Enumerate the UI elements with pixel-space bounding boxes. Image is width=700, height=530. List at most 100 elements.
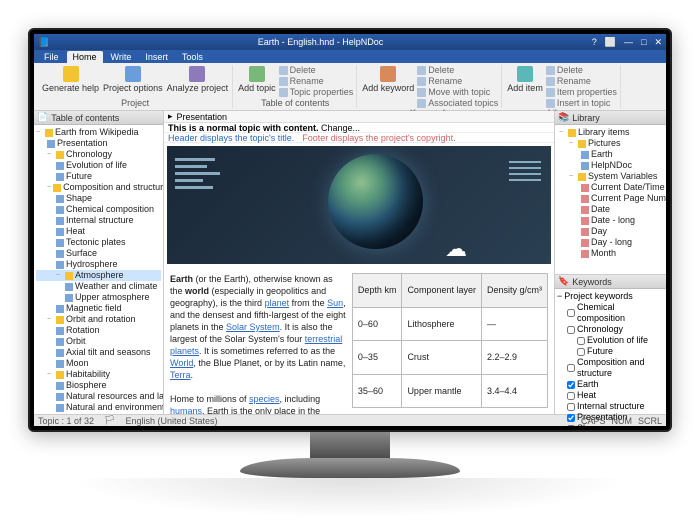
toc-item[interactable]: Presentation [36, 138, 161, 149]
table-row: 0–35Crust2.2–2.9 [352, 341, 547, 375]
close-icon[interactable]: ✕ [654, 37, 662, 48]
toc-item[interactable]: Surface [36, 248, 161, 259]
delete-topic-button[interactable]: Delete [279, 65, 354, 75]
toc-item[interactable]: −Habitability [36, 369, 161, 380]
ribbon: Generate help Project options Analyze pr… [34, 63, 666, 111]
status-lang[interactable]: English (United States) [125, 416, 217, 426]
status-scrl: SCRL [638, 416, 662, 426]
cloud-icon [445, 236, 471, 252]
library-tree[interactable]: −Library items −Pictures Earth HelpNDoc … [555, 125, 666, 261]
link-solar-system[interactable]: Solar System [226, 322, 280, 332]
add-item-button[interactable]: Add item [506, 65, 544, 94]
link-world[interactable]: World [170, 358, 193, 368]
toc-item[interactable]: Weather and climate [36, 281, 161, 292]
library-icon: 📚 [558, 112, 569, 123]
table-row: 35–60Upper mantle3.4–4.4 [352, 374, 547, 408]
keywords-list[interactable]: −Project keywordsChemical compositionChr… [555, 289, 666, 426]
menu-home[interactable]: Home [67, 51, 103, 63]
toc-item[interactable]: Upper atmosphere [36, 292, 161, 303]
minimize-icon[interactable]: — [624, 37, 633, 48]
ribbon-group-toc: Table of contents [261, 98, 329, 108]
toc-item[interactable]: Shape [36, 193, 161, 204]
maximize-icon[interactable]: □ [641, 37, 646, 48]
status-topic: Topic : 1 of 32 [38, 416, 94, 426]
keyword-item[interactable]: Chronology [557, 324, 664, 335]
toc-icon: 📄 [37, 112, 48, 123]
link-humans[interactable]: humans [170, 406, 202, 414]
titlebar: 📘 Earth - English.hnd - HelpNDoc ? ⬜ — □… [34, 34, 666, 50]
menu-insert[interactable]: Insert [139, 51, 174, 63]
toc-item[interactable]: −Orbit and rotation [36, 314, 161, 325]
keyword-item[interactable]: Internal structure [557, 401, 664, 412]
table-row: 0–60Lithosphere— [352, 307, 547, 341]
topic-info-text: This is a normal topic with content. [168, 123, 319, 133]
toc-item[interactable]: Biosphere [36, 380, 161, 391]
toc-item[interactable]: Magnetic field [36, 303, 161, 314]
rename-topic-button[interactable]: Rename [279, 76, 354, 86]
toc-item[interactable]: Hydrosphere [36, 259, 161, 270]
link-planet[interactable]: planet [265, 298, 290, 308]
keyword-item[interactable]: Earth [557, 379, 664, 390]
keyword-item[interactable]: Heat [557, 390, 664, 401]
move-keyword-button[interactable]: Move with topic [417, 87, 498, 97]
toc-item[interactable]: Future [36, 171, 161, 182]
analyze-project-button[interactable]: Analyze project [166, 65, 230, 94]
project-options-button[interactable]: Project options [102, 65, 164, 94]
toc-item[interactable]: Rotation [36, 325, 161, 336]
menu-tools[interactable]: Tools [176, 51, 209, 63]
keywords-icon: 🔖 [558, 276, 569, 287]
item-properties-button[interactable]: Item properties [546, 87, 617, 97]
toc-item[interactable]: Tectonic plates [36, 237, 161, 248]
menu-write[interactable]: Write [105, 51, 138, 63]
topic-properties-button[interactable]: Topic properties [279, 87, 354, 97]
delete-keyword-button[interactable]: Delete [417, 65, 498, 75]
fullscreen-icon[interactable]: ⬜ [605, 37, 616, 48]
toc-item[interactable]: Orbit [36, 336, 161, 347]
crumb-topic[interactable]: Presentation [177, 112, 228, 122]
toc-item[interactable]: −Chronology [36, 149, 161, 160]
crumb-arrow-icon: ▸ [168, 111, 173, 122]
link-species[interactable]: species [249, 394, 280, 404]
toc-item[interactable]: −Composition and structure [36, 182, 161, 193]
menubar: File Home Write Insert Tools [34, 50, 666, 63]
keyword-item[interactable]: Chemical composition [557, 302, 664, 324]
delete-item-button[interactable]: Delete [546, 65, 617, 75]
toc-item[interactable]: Evolution of life [36, 160, 161, 171]
add-keyword-button[interactable]: Add keyword [361, 65, 415, 94]
keyword-item[interactable]: Composition and structure [557, 357, 664, 379]
toc-item[interactable]: Internal structure [36, 215, 161, 226]
status-num: NUM [611, 416, 632, 426]
article-text: Earth (or the Earth), otherwise known as… [170, 273, 346, 408]
keywords-header: 🔖Keywords [555, 275, 666, 289]
associated-topics-button[interactable]: Associated topics [417, 98, 498, 108]
hero-image [167, 146, 551, 264]
toc-tree[interactable]: −Earth from WikipediaPresentation−Chrono… [34, 125, 163, 414]
toc-item[interactable]: Axial tilt and seasons [36, 347, 161, 358]
help-icon[interactable]: ? [592, 37, 597, 48]
change-link[interactable]: Change... [321, 123, 360, 133]
toc-header: 📄Table of contents [34, 111, 163, 125]
library-header: 📚Library [555, 111, 666, 125]
breadcrumb: ▸ Presentation [164, 111, 554, 123]
generate-help-button[interactable]: Generate help [41, 65, 100, 94]
toc-item[interactable]: Human geography [36, 413, 161, 414]
toc-item[interactable]: Natural resources and land use [36, 391, 161, 402]
menu-file[interactable]: File [38, 51, 65, 63]
keyword-item[interactable]: Future [557, 346, 664, 357]
ribbon-group-project: Project [121, 98, 149, 108]
rename-item-button[interactable]: Rename [546, 76, 617, 86]
toc-item[interactable]: Heat [36, 226, 161, 237]
toc-item[interactable]: Natural and environmental hazards [36, 402, 161, 413]
rename-keyword-button[interactable]: Rename [417, 76, 498, 86]
footer-info: Footer displays the project's copyright. [302, 133, 455, 142]
window-title: Earth - English.hnd - HelpNDoc [49, 37, 592, 47]
toc-item[interactable]: Moon [36, 358, 161, 369]
toc-item[interactable]: −Atmosphere [36, 270, 161, 281]
add-topic-button[interactable]: Add topic [237, 65, 277, 94]
status-caps: CAPS [581, 416, 606, 426]
link-terra[interactable]: Terra [170, 370, 191, 380]
link-sun[interactable]: Sun [327, 298, 343, 308]
toc-item[interactable]: Chemical composition [36, 204, 161, 215]
insert-in-topic-button[interactable]: Insert in topic [546, 98, 617, 108]
keyword-item[interactable]: Evolution of life [557, 335, 664, 346]
